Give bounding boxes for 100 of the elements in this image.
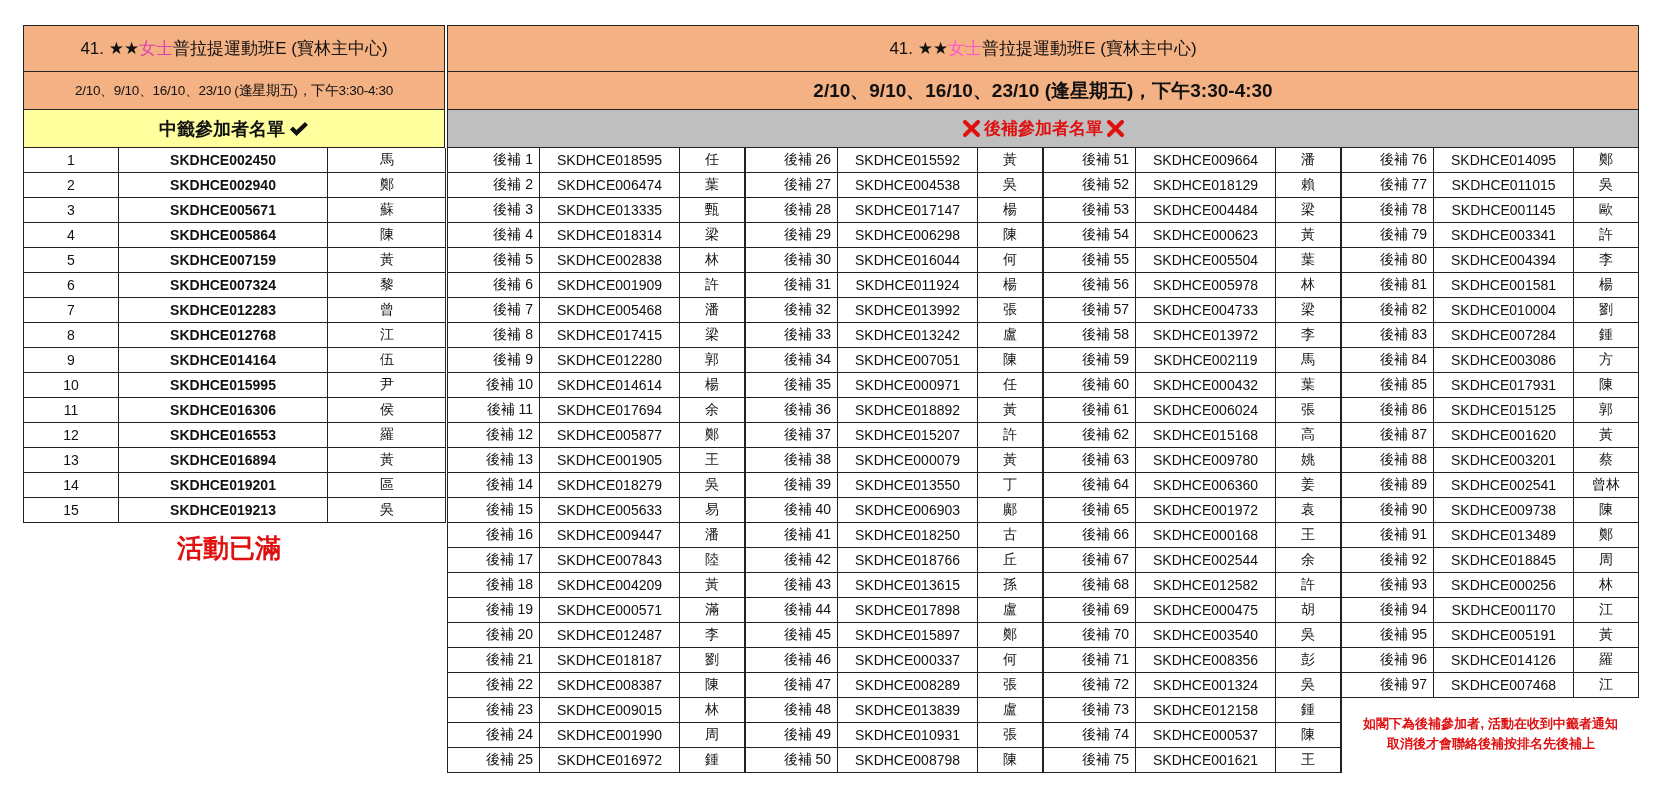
table-cell: SKDHCE018129	[1136, 173, 1276, 198]
table-cell: SKDHCE018314	[540, 223, 680, 248]
table-cell: 張	[1276, 398, 1341, 423]
table-cell: 後補 73	[1044, 698, 1136, 723]
table-cell: 後補 70	[1044, 623, 1136, 648]
table-cell: 後補 18	[448, 573, 540, 598]
table-cell: 黃	[328, 448, 446, 473]
table-cell: 後補 24	[448, 723, 540, 748]
table-cell: SKDHCE012582	[1136, 573, 1276, 598]
table-cell: SKDHCE001972	[1136, 498, 1276, 523]
table-cell: 後補 9	[448, 348, 540, 373]
table-cell: 潘	[1276, 148, 1341, 173]
table-cell: 後補 96	[1342, 648, 1434, 673]
table-cell: 鄭	[1574, 523, 1639, 548]
table-cell: 6	[24, 273, 119, 298]
table-cell: 後補 87	[1342, 423, 1434, 448]
table-cell: 賴	[1276, 173, 1341, 198]
table-cell: 鍾	[1574, 323, 1639, 348]
table-cell: SKDHCE016553	[119, 423, 328, 448]
waitlist-note: 如閣下為後補參加者, 活動在收到中籤者通知取消後才會聯絡後補按排名先後補上	[1362, 715, 1619, 753]
table-cell: 胡	[1276, 598, 1341, 623]
table-cell: 後補 47	[746, 673, 838, 698]
table-cell: 許	[680, 273, 745, 298]
table-cell: 吳	[680, 473, 745, 498]
table-cell: 江	[328, 323, 446, 348]
table-cell: 蘇	[328, 198, 446, 223]
table-cell: 羅	[328, 423, 446, 448]
table-cell: 後補 49	[746, 723, 838, 748]
table-cell: 後補 91	[1342, 523, 1434, 548]
table-cell: SKDHCE018892	[838, 398, 978, 423]
table-cell: 梁	[1276, 298, 1341, 323]
table-cell: SKDHCE006360	[1136, 473, 1276, 498]
table-cell: 何	[978, 648, 1043, 673]
table-cell: SKDHCE005633	[540, 498, 680, 523]
table-cell: SKDHCE009015	[540, 698, 680, 723]
table-cell: 楊	[1574, 273, 1639, 298]
table-cell: 彭	[1276, 648, 1341, 673]
table-cell: SKDHCE001990	[540, 723, 680, 748]
table-cell: 後補 74	[1044, 723, 1136, 748]
table-title: 41. ★★女士普拉提運動班E (寶林主中心)	[447, 25, 1639, 72]
table-cell: 後補 8	[448, 323, 540, 348]
table-cell: 後補 28	[746, 198, 838, 223]
table-cell: 後補 15	[448, 498, 540, 523]
table-cell: 尹	[328, 373, 446, 398]
table-cell: 後補 59	[1044, 348, 1136, 373]
table-cell: 陳	[328, 223, 446, 248]
table-cell: 後補 90	[1342, 498, 1434, 523]
table-cell: 後補 75	[1044, 748, 1136, 773]
table-cell: 楊	[680, 373, 745, 398]
table-cell: 高	[1276, 423, 1341, 448]
table-cell: 後補 61	[1044, 398, 1136, 423]
table-cell: 周	[1574, 548, 1639, 573]
table-cell: 後補 23	[448, 698, 540, 723]
table-cell: SKDHCE012768	[119, 323, 328, 348]
table-cell: SKDHCE002544	[1136, 548, 1276, 573]
table-cell: SKDHCE002541	[1434, 473, 1574, 498]
table-cell: 任	[680, 148, 745, 173]
table-cell: 江	[1574, 673, 1639, 698]
table-cell: 張	[978, 673, 1043, 698]
table-cell: 後補 4	[448, 223, 540, 248]
table-cell: 後補 64	[1044, 473, 1136, 498]
table-cell: SKDHCE013839	[838, 698, 978, 723]
table-cell: SKDHCE007468	[1434, 673, 1574, 698]
table-cell: 王	[1276, 523, 1341, 548]
table-cell: SKDHCE000475	[1136, 598, 1276, 623]
table-cell: 後補 36	[746, 398, 838, 423]
table-cell: 12	[24, 423, 119, 448]
table-cell: SKDHCE007843	[540, 548, 680, 573]
table-cell: 後補 38	[746, 448, 838, 473]
table-cell: 後補 26	[746, 148, 838, 173]
table-cell: 盧	[978, 323, 1043, 348]
table-cell: SKDHCE007284	[1434, 323, 1574, 348]
table-cell: SKDHCE012158	[1136, 698, 1276, 723]
table-cell: SKDHCE012487	[540, 623, 680, 648]
table-cell: 11	[24, 398, 119, 423]
table-cell: 後補 57	[1044, 298, 1136, 323]
table-cell: SKDHCE009738	[1434, 498, 1574, 523]
table-cell: 後補 29	[746, 223, 838, 248]
table-cell: 後補 76	[1342, 148, 1434, 173]
table-cell: 後補 83	[1342, 323, 1434, 348]
table-cell: 袁	[1276, 498, 1341, 523]
table-cell: SKDHCE015168	[1136, 423, 1276, 448]
table-cell: SKDHCE014095	[1434, 148, 1574, 173]
table-cell: 黃	[978, 148, 1043, 173]
table-cell: SKDHCE016972	[540, 748, 680, 773]
table-cell: SKDHCE014126	[1434, 648, 1574, 673]
table-cell: 江	[1574, 598, 1639, 623]
table-cell: 潘	[680, 298, 745, 323]
table-cell: SKDHCE010931	[838, 723, 978, 748]
table-cell: 黃	[978, 398, 1043, 423]
table-cell: 後補 97	[1342, 673, 1434, 698]
table-cell: 歐	[1574, 198, 1639, 223]
table-cell: 15	[24, 498, 119, 523]
table-cell: 後補 60	[1044, 373, 1136, 398]
table-cell: SKDHCE000571	[540, 598, 680, 623]
table-cell: SKDHCE000432	[1136, 373, 1276, 398]
table-cell: SKDHCE016894	[119, 448, 328, 473]
table-cell: 後補 53	[1044, 198, 1136, 223]
table-cell: SKDHCE006903	[838, 498, 978, 523]
table-cell: SKDHCE015125	[1434, 398, 1574, 423]
